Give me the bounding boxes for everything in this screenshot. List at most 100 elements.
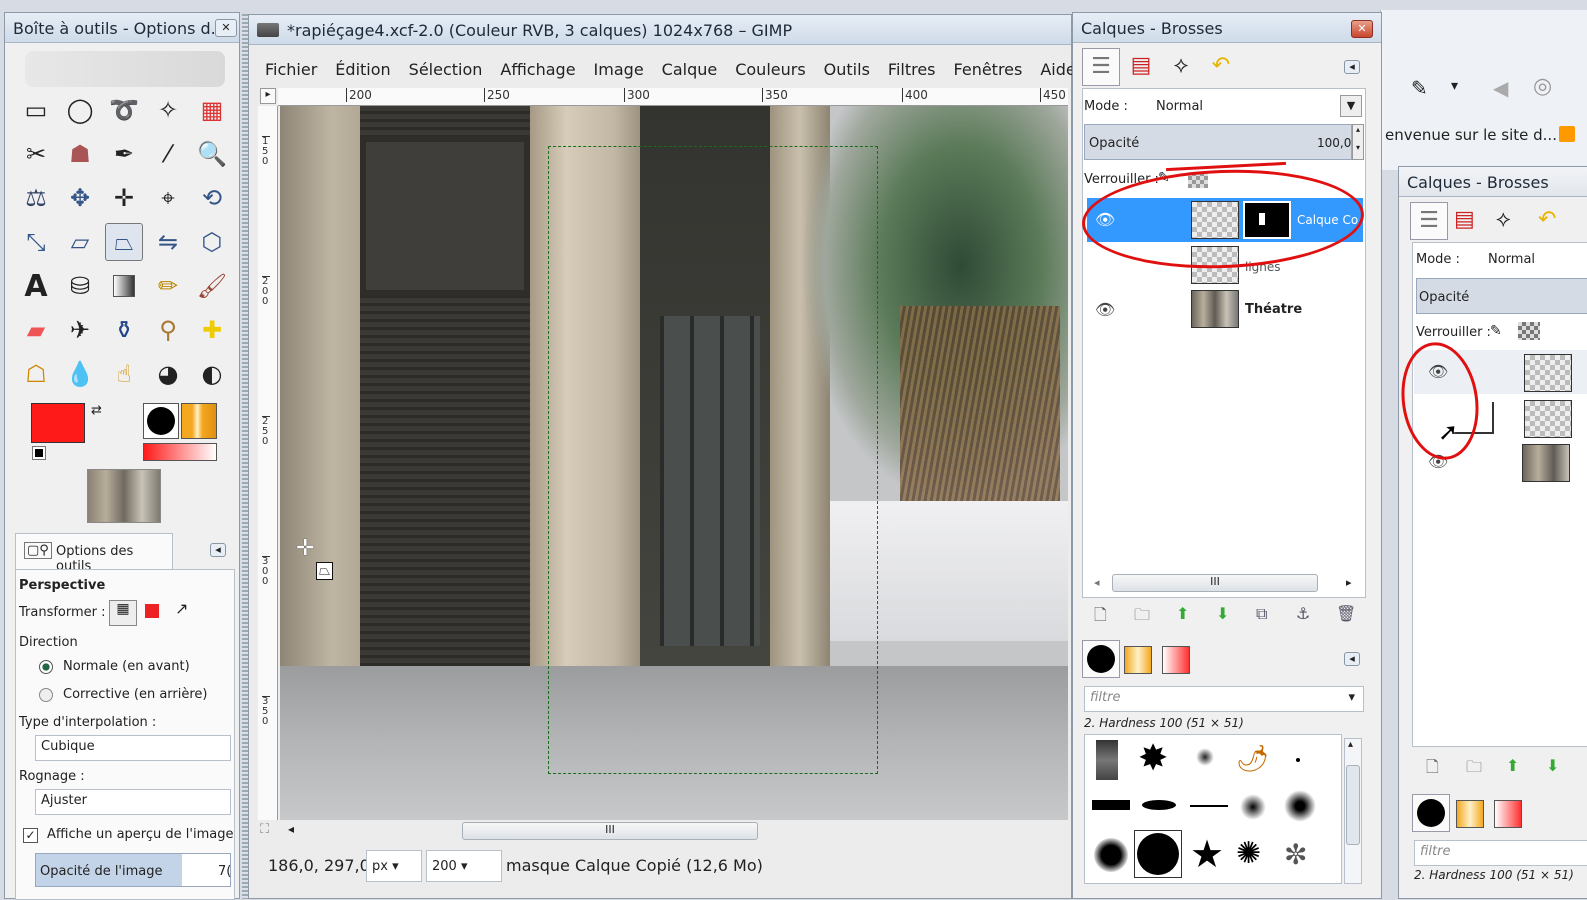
perspective-clone-icon[interactable]: ☖: [17, 355, 55, 393]
layers-tab-icon[interactable]: ☰: [1082, 48, 1120, 86]
mode-dropdown-button[interactable]: ▼: [1340, 95, 1362, 117]
brush-block[interactable]: [1092, 800, 1130, 810]
gradient-icon[interactable]: [105, 267, 143, 305]
brush-star[interactable]: ★: [1190, 832, 1224, 876]
foreground-select-icon[interactable]: ☗: [61, 135, 99, 173]
direction-corrective-label[interactable]: Corrective (en arrière): [63, 687, 208, 702]
direction-normal-label[interactable]: Normale (en avant): [63, 659, 190, 674]
transform-layer-button[interactable]: ▦: [109, 600, 137, 626]
eye-icon[interactable]: 👁: [1095, 300, 1115, 319]
layers-close-button[interactable]: ✕: [1351, 20, 1373, 38]
image-opacity-slider[interactable]: Opacité de l'image 7(: [35, 853, 231, 887]
anchor-layer-icon[interactable]: ⚓: [1296, 604, 1310, 623]
send-icon[interactable]: ◀: [1493, 76, 1508, 100]
rss-icon[interactable]: [1559, 126, 1575, 142]
image-thumbnail[interactable]: [87, 469, 161, 523]
brush-scroll-thumb[interactable]: [1346, 765, 1360, 845]
color-select-icon[interactable]: ▦: [193, 91, 231, 129]
clip-select[interactable]: Ajuster: [35, 789, 231, 815]
clone-icon[interactable]: ⚲: [149, 311, 187, 349]
tool-options-menu-button[interactable]: ◂: [210, 543, 226, 557]
undo-history-tab-icon[interactable]: ↶: [1202, 48, 1240, 86]
brush-dot[interactable]: [1296, 758, 1300, 762]
brushes-tab-icon[interactable]: [1082, 640, 1120, 678]
nav-corner-icon[interactable]: ⛶: [260, 822, 269, 837]
layer-opacity-slider[interactable]: Opacité 100,0: [1084, 124, 1352, 160]
new-group-icon[interactable]: 🗀: [1134, 604, 1150, 631]
menu-item-7[interactable]: Outils: [815, 58, 879, 84]
ellipse-select-icon[interactable]: ◯: [61, 91, 99, 129]
transform-selection-button[interactable]: [145, 604, 159, 618]
menu-item-0[interactable]: Fichier: [256, 58, 326, 84]
menu-item-9[interactable]: Fenêtres: [945, 58, 1032, 84]
eyedropper-icon[interactable]: ✎: [1411, 76, 1428, 100]
zoom-select[interactable]: 200 ▾: [426, 850, 502, 882]
crop-icon[interactable]: ⌖: [149, 179, 187, 217]
smudge-icon[interactable]: ☝: [105, 355, 143, 393]
brush-star-burst[interactable]: ✸: [1138, 738, 1168, 779]
text-icon[interactable]: A: [17, 267, 55, 305]
image-canvas[interactable]: ✛ ⏢: [280, 106, 1068, 820]
preview-checkbox[interactable]: ✓: [23, 828, 38, 843]
layer-thumbnail[interactable]: [1524, 400, 1572, 438]
second-patterns-tab-icon[interactable]: [1456, 800, 1484, 828]
brush-filter-input[interactable]: filtre ▾: [1084, 686, 1364, 712]
second-lock-alpha-icon[interactable]: [1518, 322, 1540, 340]
second-paths-tab-icon[interactable]: ⟡: [1496, 202, 1511, 238]
shear-icon[interactable]: ▱: [61, 223, 99, 261]
brush-indicator[interactable]: [143, 403, 179, 439]
preview-label[interactable]: Affiche un aperçu de l'image: [47, 827, 233, 842]
default-colors-icon[interactable]: [32, 446, 46, 460]
scissors-icon[interactable]: ✂: [17, 135, 55, 173]
magic-wand-icon[interactable]: ✧: [149, 91, 187, 129]
interp-select[interactable]: Cubique: [35, 735, 231, 761]
brush-splatter-1[interactable]: ✺: [1236, 836, 1261, 871]
delete-layer-icon[interactable]: 🗑: [1336, 604, 1356, 623]
patterns-tab-icon[interactable]: [1124, 646, 1152, 674]
filter-dropdown-icon[interactable]: ▾: [1348, 690, 1355, 705]
layers-scroll-left[interactable]: ◂: [1094, 576, 1100, 589]
paths-tab-icon[interactable]: ⟡: [1162, 48, 1200, 86]
menu-item-4[interactable]: Image: [585, 58, 653, 84]
menu-item-3[interactable]: Affichage: [491, 58, 584, 84]
move-icon[interactable]: ✥: [61, 179, 99, 217]
raise-layer-icon[interactable]: ⬆: [1176, 604, 1189, 623]
lasso-icon[interactable]: ➰: [105, 91, 143, 129]
selection-marquee[interactable]: [548, 146, 878, 774]
swap-colors-icon[interactable]: ⇄: [91, 403, 102, 418]
channels-tab-icon[interactable]: ▤: [1122, 48, 1160, 86]
scale-icon[interactable]: ⤡: [17, 223, 55, 261]
second-brushes-tab-icon[interactable]: [1412, 794, 1450, 832]
zoom-icon[interactable]: 🔍: [193, 135, 231, 173]
second-new-layer-icon[interactable]: 🗋: [1426, 756, 1439, 783]
h-scrollbar[interactable]: III: [462, 822, 758, 840]
flip-icon[interactable]: ⇋: [149, 223, 187, 261]
second-opacity-slider[interactable]: Opacité: [1416, 278, 1587, 314]
second-gradients-tab-icon[interactable]: [1494, 800, 1522, 828]
dropdown-arrow-icon[interactable]: ▾: [1451, 78, 1458, 94]
align-icon[interactable]: ✛: [105, 179, 143, 217]
brush-ellipse[interactable]: [1142, 800, 1176, 810]
dodge-burn-icon[interactable]: ◕: [149, 355, 187, 393]
lower-layer-icon[interactable]: ⬇: [1216, 604, 1229, 623]
blur-icon[interactable]: 💧: [61, 355, 99, 393]
menu-item-2[interactable]: Sélection: [400, 58, 492, 84]
horizontal-ruler[interactable]: 200 250 300 350 400 450: [278, 88, 1068, 106]
brush-grid-scrollbar[interactable]: ▴: [1344, 738, 1362, 884]
brush-line[interactable]: [1190, 805, 1228, 807]
brush-pepper[interactable]: 🌶: [1236, 744, 1269, 774]
pencil-icon[interactable]: ✏: [149, 267, 187, 305]
second-layers-tab-icon[interactable]: ☰: [1410, 202, 1448, 240]
layer-name[interactable]: Théatre: [1245, 302, 1302, 317]
menu-item-8[interactable]: Filtres: [879, 58, 945, 84]
layers-scroll-right[interactable]: ▸: [1346, 576, 1352, 589]
browser-tab-text[interactable]: envenue sur le site d...: [1385, 126, 1557, 144]
layer-thumbnail[interactable]: [1191, 290, 1239, 328]
second-lock-pixels-icon[interactable]: ✎: [1490, 323, 1502, 339]
vertical-ruler[interactable]: 1 5 0 2 0 0 2 5 0 3 0 0 3 5 0: [258, 106, 278, 820]
layer-thumbnail[interactable]: [1524, 354, 1572, 392]
direction-normal-radio[interactable]: [39, 660, 53, 674]
tool-options-tab[interactable]: ▢⚲ Options des outils: [15, 533, 173, 574]
settings-icon[interactable]: ◎: [1533, 74, 1552, 99]
heal-icon[interactable]: ✚: [193, 311, 231, 349]
